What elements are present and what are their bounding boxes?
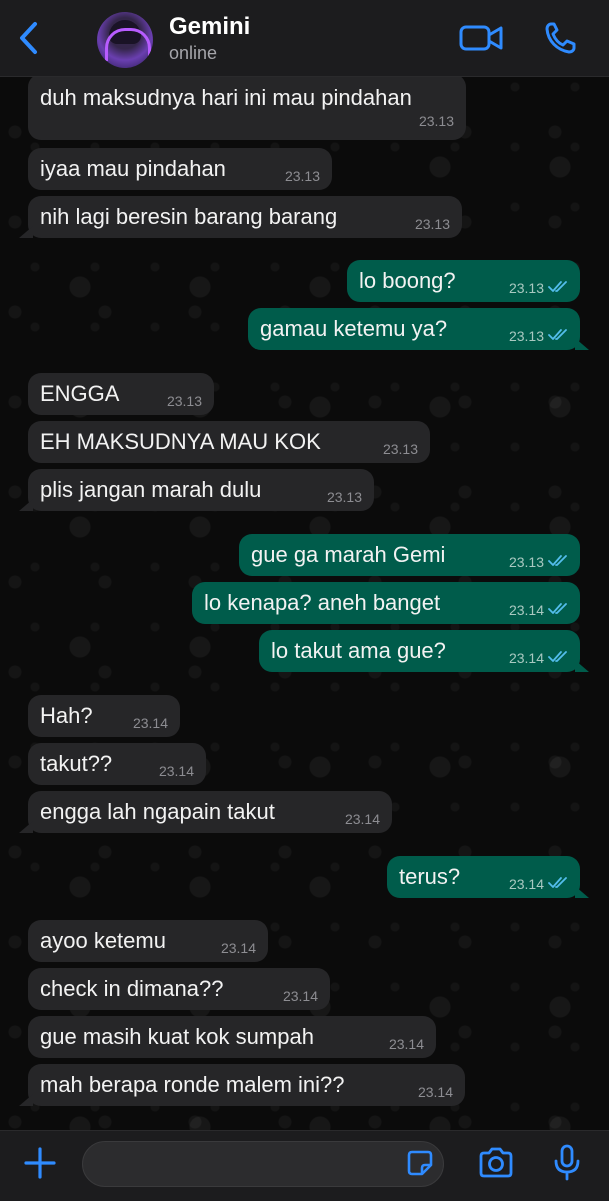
message-input-wrapper [82, 1141, 444, 1187]
message-incoming[interactable]: engga lah ngapain takut 23.14 [19, 791, 392, 833]
message-time: 23.14 [508, 602, 544, 618]
message-time: 23.13 [284, 168, 320, 184]
contact-name[interactable]: Gemini [169, 13, 250, 41]
message-text: takut?? [40, 751, 113, 776]
message-time: 23.14 [508, 650, 544, 666]
message-text: lo kenapa? aneh banget [204, 590, 441, 615]
avatar[interactable] [97, 12, 153, 68]
message-time: 23.14 [508, 876, 544, 892]
message-text: EH MAKSUDNYA MAU KOK [40, 429, 321, 454]
back-button[interactable] [10, 20, 46, 60]
message-text: Hah? [40, 703, 93, 728]
message-text: nih lagi beresin barang barang [40, 204, 338, 229]
message-time: 23.14 [417, 1084, 453, 1100]
message-time: 23.14 [158, 763, 194, 779]
video-camera-icon [459, 23, 503, 58]
message-time: 23.13 [382, 441, 418, 457]
message-time: 23.13 [326, 489, 362, 505]
sticker-icon [406, 1149, 434, 1182]
double-check-icon [548, 280, 568, 296]
attach-button[interactable] [18, 1143, 62, 1187]
message-incoming[interactable]: duh maksudnya hari ini mau pindahan 23.1… [28, 77, 466, 140]
message-text: mah berapa ronde malem ini?? [40, 1072, 345, 1097]
message-text: gamau ketemu ya? [260, 316, 448, 341]
chat-area[interactable]: duh maksudnya hari ini mau pindahan 23.1… [0, 77, 609, 1130]
message-incoming[interactable]: plis jangan marah dulu 23.13 [19, 469, 374, 511]
message-time: 23.14 [132, 715, 168, 731]
message-time: 23.14 [388, 1036, 424, 1052]
message-text: ENGGA [40, 381, 120, 406]
message-time: 23.13 [418, 113, 454, 129]
message-incoming[interactable]: takut?? 23.14 [28, 743, 206, 785]
contact-status: online [169, 43, 218, 63]
voice-note-button[interactable] [545, 1143, 589, 1187]
message-incoming[interactable]: nih lagi beresin barang barang 23.13 [19, 196, 462, 238]
message-text: iyaa mau pindahan [40, 156, 226, 181]
message-incoming[interactable]: check in dimana?? 23.14 [28, 968, 330, 1010]
microphone-icon [553, 1144, 581, 1187]
double-check-icon [548, 876, 568, 892]
message-time: 23.14 [220, 940, 256, 956]
phone-icon [544, 21, 576, 60]
voice-call-button[interactable] [538, 20, 582, 60]
message-time: 23.13 [508, 328, 544, 344]
message-incoming[interactable]: EH MAKSUDNYA MAU KOK 23.13 [28, 421, 430, 463]
message-outgoing[interactable]: terus? 23.14 [387, 856, 589, 898]
message-text: check in dimana?? [40, 976, 224, 1001]
double-check-icon [548, 650, 568, 666]
message-incoming[interactable]: ayoo ketemu 23.14 [28, 920, 268, 962]
message-outgoing[interactable]: lo takut ama gue? 23.14 [259, 630, 589, 672]
message-text: gue masih kuat kok sumpah [40, 1024, 314, 1049]
message-incoming[interactable]: iyaa mau pindahan 23.13 [28, 148, 332, 190]
sticker-button[interactable] [405, 1150, 435, 1180]
double-check-icon [548, 602, 568, 618]
message-text: plis jangan marah dulu [40, 477, 262, 502]
message-time: 23.14 [282, 988, 318, 1004]
chat-header: Gemini online [0, 0, 609, 77]
message-composer [0, 1130, 609, 1201]
message-input[interactable] [83, 1142, 443, 1186]
message-time: 23.13 [166, 393, 202, 409]
message-text: terus? [399, 864, 461, 889]
double-check-icon [548, 554, 568, 570]
message-text: engga lah ngapain takut [40, 799, 275, 824]
plus-icon [23, 1146, 57, 1185]
message-incoming[interactable]: mah berapa ronde malem ini?? 23.14 [19, 1064, 465, 1106]
message-text: gue ga marah Gemi [251, 542, 446, 567]
message-time: 23.14 [344, 811, 380, 827]
message-time: 23.13 [414, 216, 450, 232]
double-check-icon [548, 328, 568, 344]
message-outgoing[interactable]: gue ga marah Gemi 23.13 [239, 534, 580, 576]
camera-icon [477, 1147, 515, 1184]
message-incoming[interactable]: gue masih kuat kok sumpah 23.14 [28, 1016, 436, 1058]
video-call-button[interactable] [459, 20, 503, 60]
message-text: lo boong? [359, 268, 456, 293]
message-outgoing[interactable]: gamau ketemu ya? 23.13 [248, 308, 589, 350]
message-outgoing[interactable]: lo kenapa? aneh banget 23.14 [192, 582, 580, 624]
chevron-left-icon [17, 21, 39, 60]
message-text: duh maksudnya hari ini mau pindahan [40, 85, 412, 110]
message-incoming[interactable]: Hah? 23.14 [28, 695, 180, 737]
message-incoming[interactable]: ENGGA 23.13 [28, 373, 214, 415]
message-text: ayoo ketemu [40, 928, 166, 953]
message-text: lo takut ama gue? [271, 638, 446, 663]
camera-button[interactable] [474, 1143, 518, 1187]
message-time: 23.13 [508, 280, 544, 296]
message-time: 23.13 [508, 554, 544, 570]
message-outgoing[interactable]: lo boong? 23.13 [347, 260, 580, 302]
